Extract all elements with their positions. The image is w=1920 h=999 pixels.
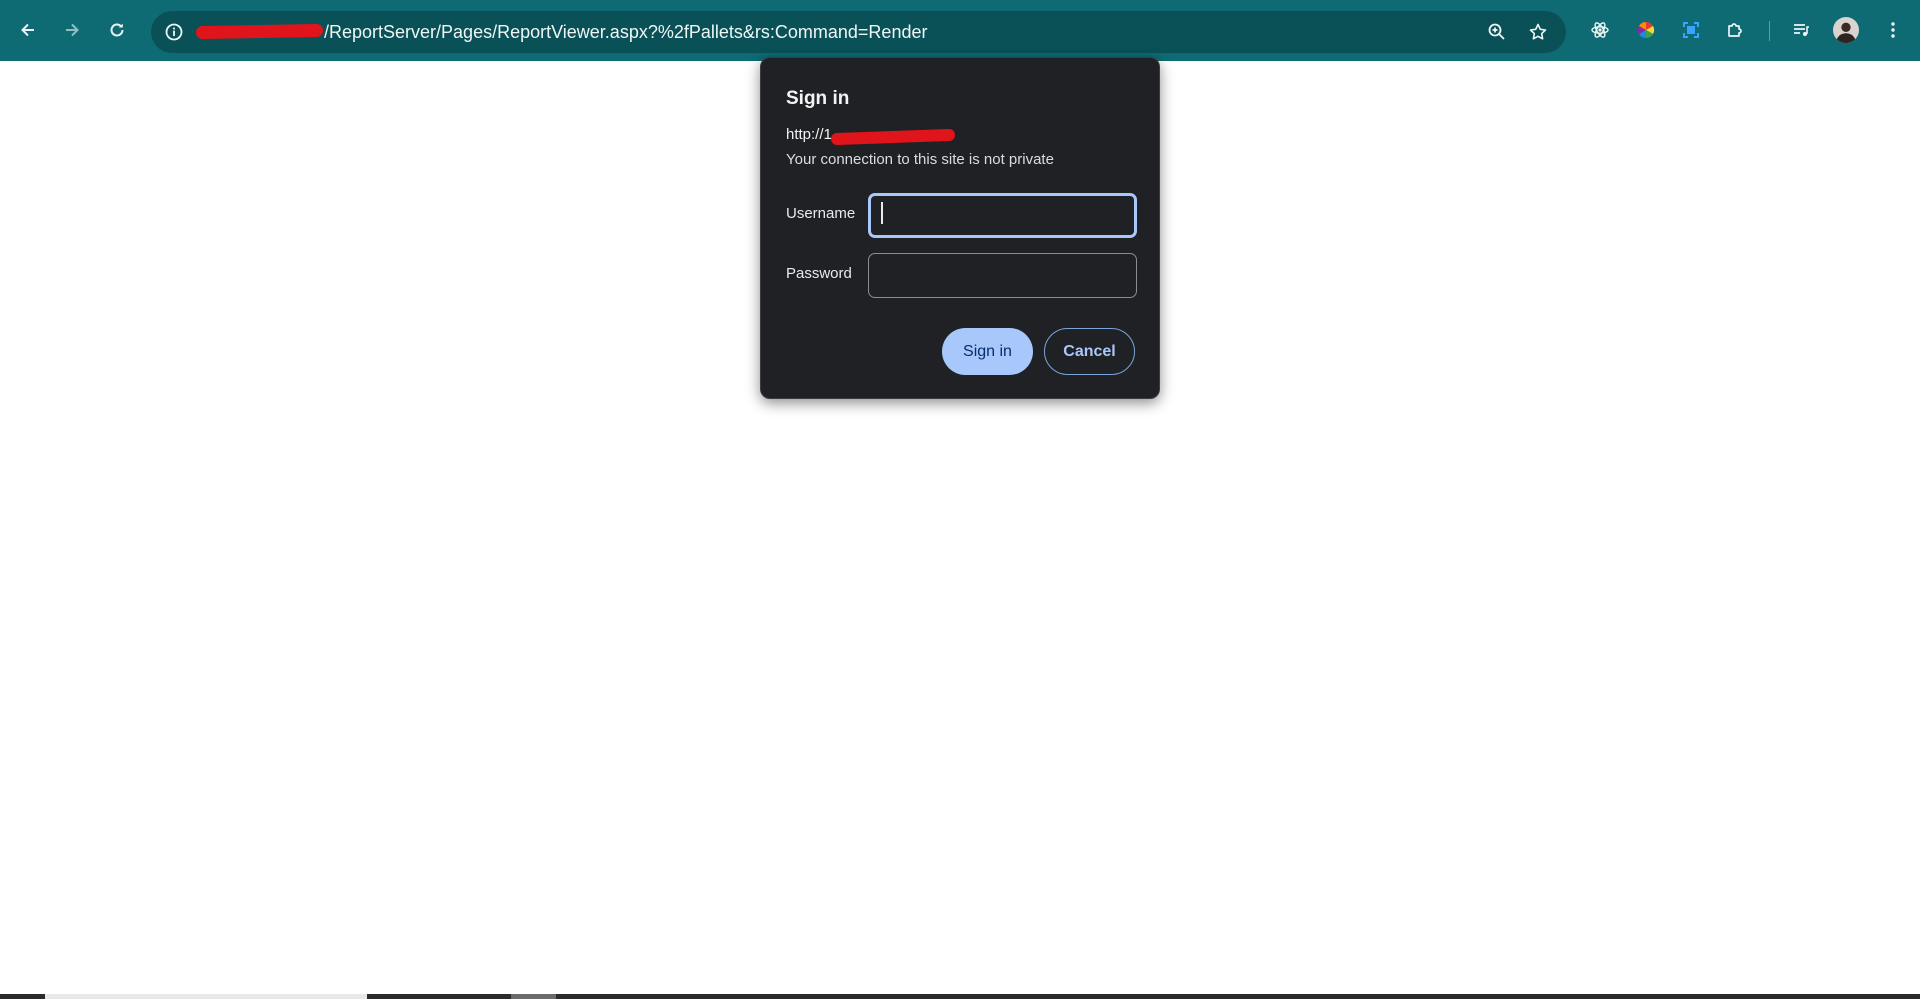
password-label: Password bbox=[786, 265, 852, 282]
color-picker-icon bbox=[1637, 21, 1655, 39]
media-control-button[interactable] bbox=[1785, 14, 1817, 46]
redacted-host bbox=[195, 23, 324, 40]
react-devtools-icon bbox=[1591, 22, 1609, 38]
sign-in-dialog: Sign in http://1 Your connection to this… bbox=[760, 57, 1160, 399]
color-picker-extension[interactable] bbox=[1630, 14, 1662, 46]
forward-button[interactable] bbox=[56, 14, 88, 46]
address-bar[interactable]: /ReportServer/Pages/ReportViewer.aspx?%2… bbox=[151, 11, 1566, 53]
screenshot-icon bbox=[1683, 22, 1699, 38]
taskbar-segment bbox=[45, 994, 367, 999]
back-button[interactable] bbox=[12, 14, 44, 46]
star-icon bbox=[1529, 23, 1547, 40]
media-queue-icon bbox=[1794, 24, 1809, 36]
taskbar-segment bbox=[511, 994, 556, 999]
zoom-icon bbox=[1488, 23, 1505, 40]
reload-button[interactable] bbox=[101, 14, 133, 46]
zoom-button[interactable] bbox=[1485, 20, 1509, 44]
url-text[interactable]: /ReportServer/Pages/ReportViewer.aspx?%2… bbox=[324, 11, 927, 53]
redacted-origin bbox=[830, 128, 956, 146]
browser-menu-button[interactable] bbox=[1877, 14, 1909, 46]
dialog-title: Sign in bbox=[786, 88, 850, 109]
site-info-button[interactable] bbox=[161, 19, 187, 45]
react-devtools-extension[interactable] bbox=[1584, 14, 1616, 46]
avatar bbox=[1833, 17, 1859, 43]
username-label: Username bbox=[786, 205, 856, 222]
toolbar-divider bbox=[1769, 21, 1770, 41]
info-icon bbox=[165, 23, 183, 41]
dialog-origin-row: http://1 bbox=[786, 126, 956, 146]
sign-in-button[interactable]: Sign in bbox=[942, 328, 1033, 375]
screenshot-extension[interactable] bbox=[1675, 14, 1707, 46]
username-field[interactable] bbox=[868, 193, 1137, 238]
bookmark-button[interactable] bbox=[1526, 20, 1550, 44]
extensions-button[interactable] bbox=[1719, 14, 1751, 46]
browser-toolbar: /ReportServer/Pages/ReportViewer.aspx?%2… bbox=[0, 0, 1920, 61]
password-field[interactable] bbox=[868, 253, 1137, 298]
kebab-menu-icon bbox=[1891, 22, 1895, 38]
dialog-origin: http://1 bbox=[786, 126, 832, 143]
dialog-warning: Your connection to this site is not priv… bbox=[786, 151, 1054, 168]
cancel-button[interactable]: Cancel bbox=[1044, 328, 1135, 375]
reload-icon bbox=[110, 23, 124, 37]
arrow-right-icon bbox=[66, 23, 79, 37]
text-caret bbox=[881, 202, 883, 224]
extensions-puzzle-icon bbox=[1728, 23, 1742, 37]
profile-button[interactable] bbox=[1830, 14, 1862, 46]
arrow-left-icon bbox=[21, 23, 34, 37]
